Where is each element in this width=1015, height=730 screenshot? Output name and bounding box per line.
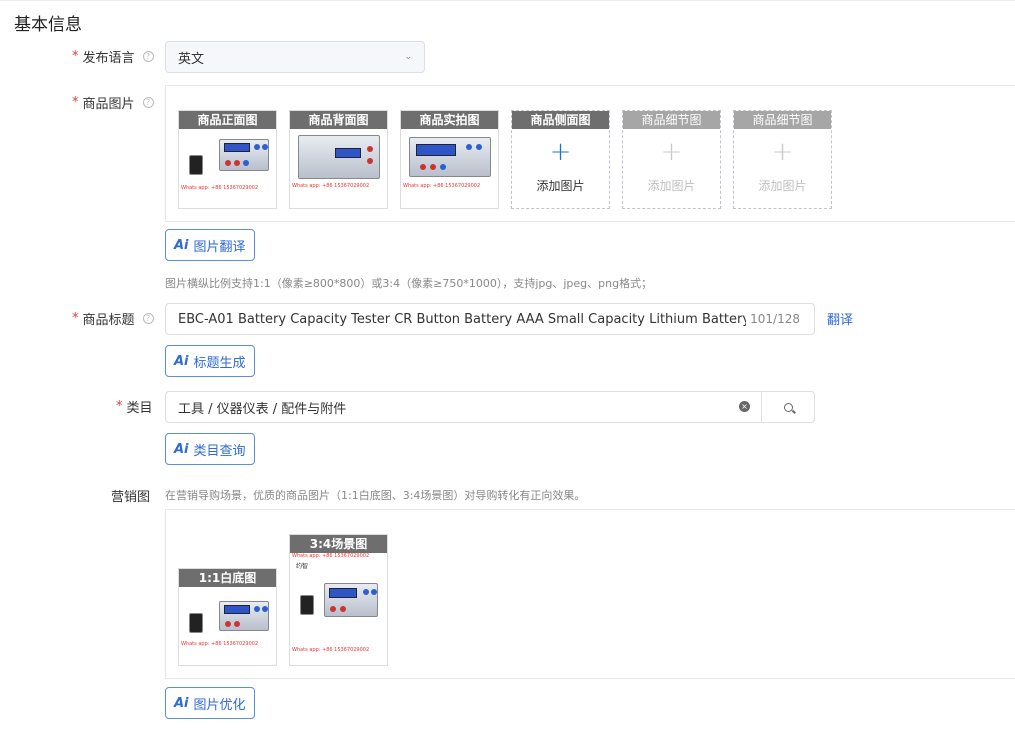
image-slot-detail-1[interactable]: 商品细节图 + 添加图片 — [622, 110, 721, 209]
chevron-down-icon: ⌄ — [404, 52, 412, 62]
category-search-button[interactable] — [762, 391, 815, 423]
title-input[interactable]: EBC-A01 Battery Capacity Tester CR Butto… — [165, 303, 815, 335]
help-circle-icon[interactable]: ? — [142, 313, 154, 324]
language-label: * 发布语言 ? — [72, 47, 154, 66]
add-image-text: 添加图片 — [536, 179, 585, 193]
ai-icon: Ai — [174, 695, 189, 711]
slot-caption: 商品细节图 — [734, 111, 831, 129]
product-photo — [219, 139, 269, 171]
title-value: EBC-A01 Battery Capacity Tester CR Butto… — [178, 311, 746, 327]
title-counter: 101/128 — [750, 312, 800, 326]
language-select[interactable]: 英文 ⌄ — [165, 41, 425, 73]
image-slot-detail-2[interactable]: 商品细节图 + 添加图片 — [733, 110, 832, 209]
slot-caption: 商品实拍图 — [401, 111, 498, 129]
clear-circle-icon[interactable]: × — [739, 401, 750, 412]
category-query-button[interactable]: Ai 类目查询 — [165, 433, 255, 465]
marketing-caption: 3:4场景图 — [290, 535, 387, 553]
title-label: * 商品标题 ? — [72, 309, 154, 328]
title-generate-button[interactable]: Ai 标题生成 — [165, 345, 255, 377]
image-slot-back[interactable]: Whats app: +86 15367029002 商品背面图 — [289, 110, 388, 209]
search-icon — [783, 402, 793, 412]
images-label: * 商品图片 ? — [72, 93, 154, 112]
plus-icon: + — [549, 137, 572, 167]
product-photo — [219, 601, 269, 631]
plus-icon: + — [660, 137, 683, 167]
translate-link[interactable]: 翻译 — [827, 309, 853, 328]
slot-caption: 商品细节图 — [623, 111, 720, 129]
product-photo — [409, 137, 491, 177]
marketing-slot-white[interactable]: Whats app: +86 15367029002 1:1白底图 — [178, 568, 277, 666]
marketing-label: 营销图 — [111, 490, 151, 505]
add-image-text: 添加图片 — [758, 179, 807, 193]
top-divider — [0, 0, 1015, 1]
category-input[interactable]: 工具 / 仪器仪表 / 配件与附件 — [165, 391, 762, 423]
plus-icon: + — [771, 137, 794, 167]
marketing-panel: Whats app: +86 15367029002 1:1白底图 3:4场景图… — [165, 509, 1015, 679]
section-title: 基本信息 — [14, 15, 82, 35]
slot-caption: 商品侧面图 — [512, 111, 609, 129]
image-slot-real[interactable]: Whats app: +86 15367029002 商品实拍图 — [400, 110, 499, 209]
marketing-slot-scene[interactable]: 3:4场景图 Whats app: +86 15367029002 约智 Wha… — [289, 534, 388, 666]
ai-icon: Ai — [174, 237, 189, 253]
product-photo — [298, 135, 380, 179]
language-value: 英文 — [178, 51, 205, 67]
slot-caption: 商品正面图 — [179, 111, 276, 129]
images-panel: Whats app: +86 15367029002 商品正面图 Whats a… — [165, 85, 1015, 222]
slot-caption: 商品背面图 — [290, 111, 387, 129]
marketing-hint: 在营销导购场景，优质的商品图片（1:1白底图、3:4场景图）对导购转化有正向效果… — [165, 489, 586, 502]
image-slot-front[interactable]: Whats app: +86 15367029002 商品正面图 — [178, 110, 277, 209]
help-circle-icon[interactable]: ? — [142, 97, 154, 108]
marketing-caption: 1:1白底图 — [179, 569, 276, 587]
images-hint: 图片横纵比例支持1:1（像素≥800*800）或3:4（像素≥750*1000）… — [165, 277, 653, 290]
category-label: * 类目 — [116, 399, 153, 416]
image-optimize-button[interactable]: Ai 图片优化 — [165, 687, 255, 719]
help-circle-icon[interactable]: ? — [142, 51, 154, 62]
add-image-text: 添加图片 — [647, 179, 696, 193]
image-slot-side[interactable]: 商品侧面图 + 添加图片 — [511, 110, 610, 209]
image-translate-button[interactable]: Ai 图片翻译 — [165, 229, 255, 261]
category-value: 工具 / 仪器仪表 / 配件与附件 — [178, 401, 347, 417]
ai-icon: Ai — [174, 353, 189, 369]
product-photo — [324, 583, 378, 617]
ai-icon: Ai — [174, 441, 189, 457]
